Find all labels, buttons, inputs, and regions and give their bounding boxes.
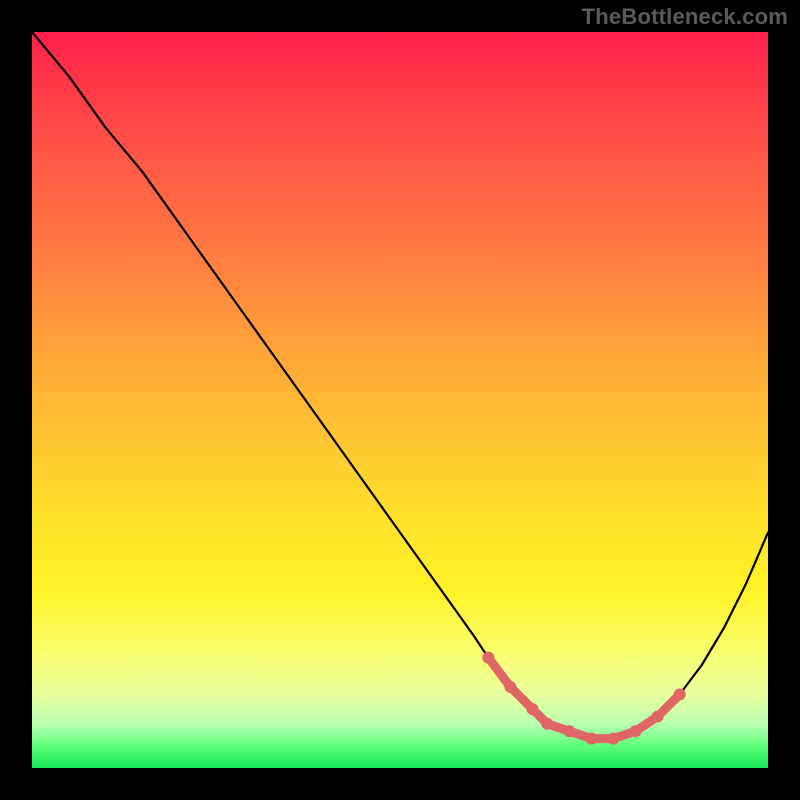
watermark-text: TheBottleneck.com — [582, 4, 788, 30]
highlight-dot — [607, 733, 619, 745]
plot-area — [32, 32, 768, 768]
chart-frame: TheBottleneck.com — [0, 0, 800, 800]
highlight-dot — [652, 711, 664, 723]
highlight-dots — [482, 652, 685, 745]
bottleneck-curve — [32, 32, 768, 739]
highlight-segment — [488, 658, 679, 739]
highlight-dot — [563, 725, 575, 737]
highlight-dot — [482, 652, 494, 664]
highlight-dot — [585, 733, 597, 745]
highlight-dot — [541, 718, 553, 730]
highlight-dot — [674, 688, 686, 700]
highlight-dot — [527, 703, 539, 715]
chart-svg — [32, 32, 768, 768]
highlight-dot — [630, 725, 642, 737]
highlight-dot — [504, 681, 516, 693]
